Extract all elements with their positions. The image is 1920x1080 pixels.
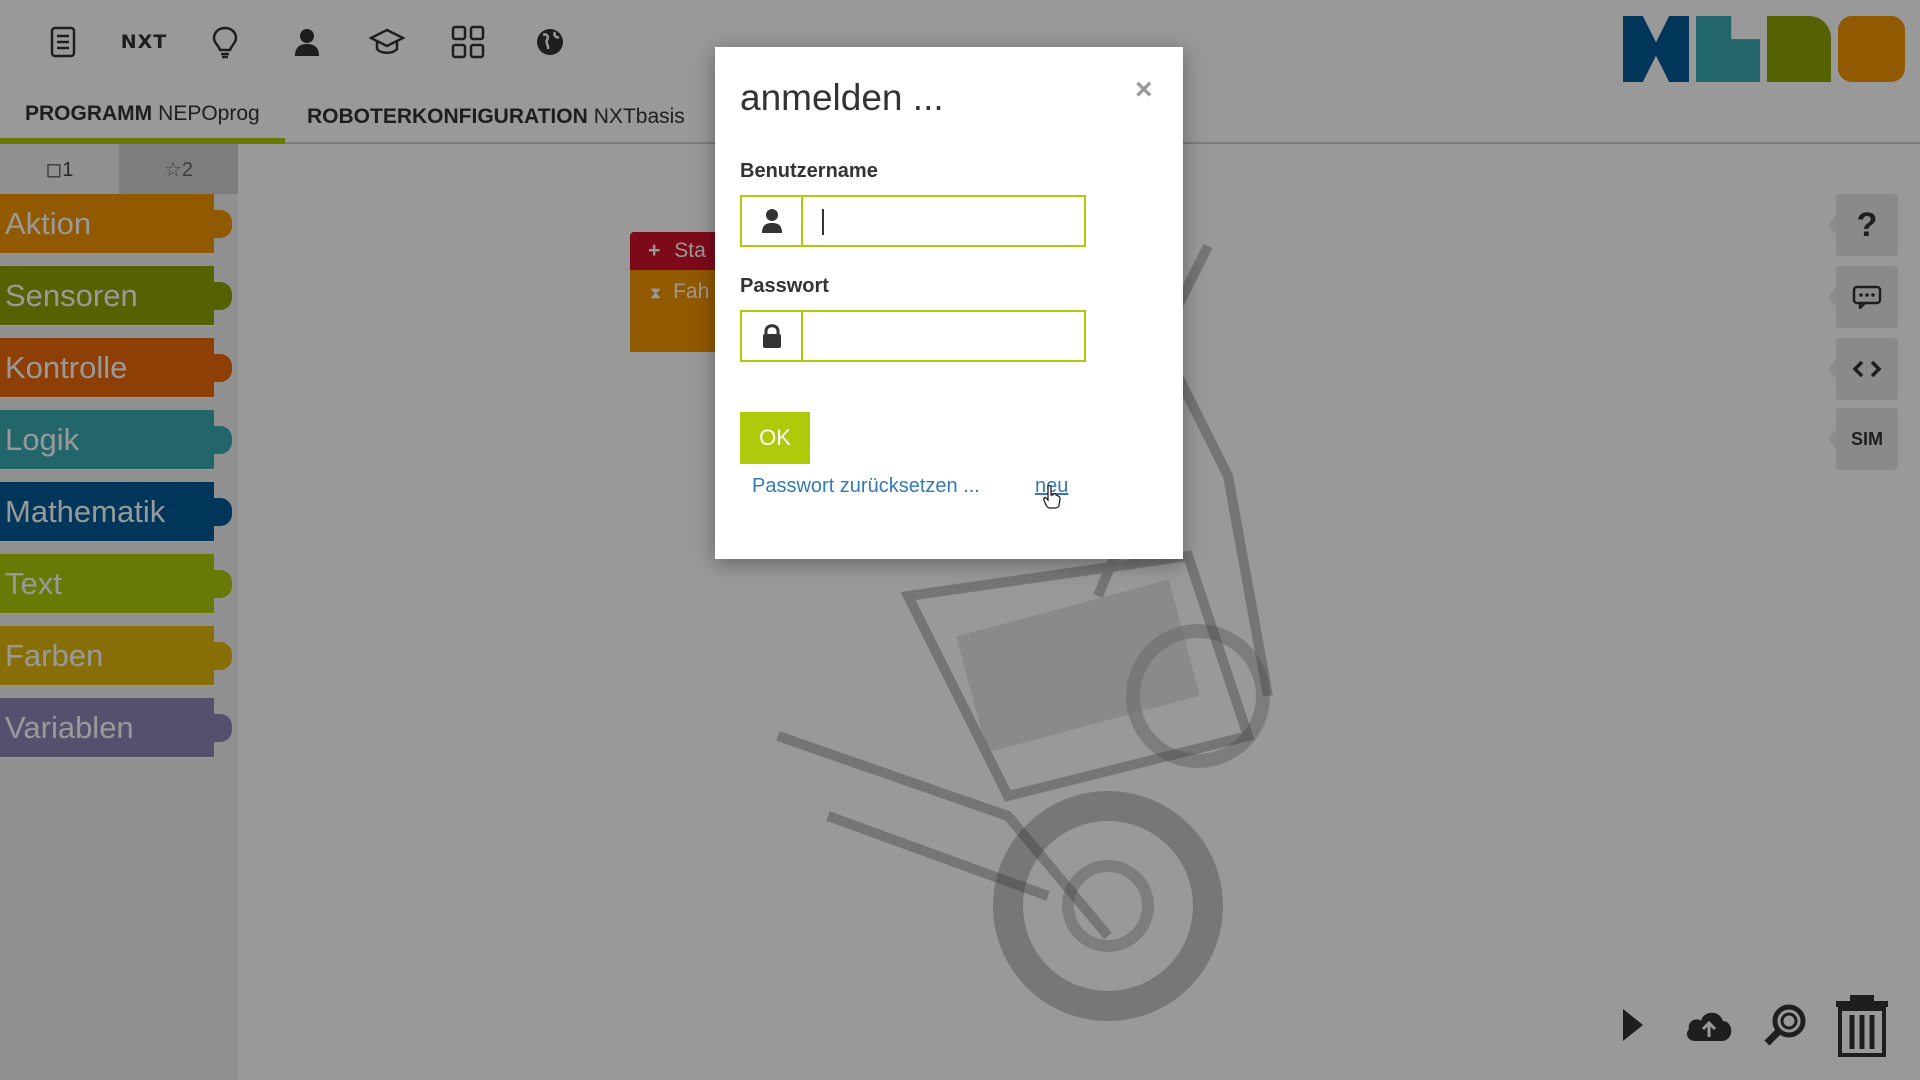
ok-button[interactable]: OK <box>740 412 810 464</box>
username-field-group <box>740 195 1086 247</box>
reset-password-link[interactable]: Passwort zurücksetzen ... <box>752 475 980 498</box>
login-dialog: anmelden ... × Benutzername Passwort OK … <box>715 47 1183 559</box>
password-input[interactable] <box>803 312 1084 360</box>
hand-cursor-icon <box>1043 485 1061 509</box>
text-caret <box>822 209 824 235</box>
username-label: Benutzername <box>740 160 878 182</box>
username-input[interactable] <box>803 197 1084 245</box>
password-label: Passwort <box>740 275 829 297</box>
close-button[interactable]: × <box>1135 73 1153 107</box>
password-field-group <box>740 310 1086 362</box>
lock-icon <box>742 312 803 360</box>
user-icon <box>742 197 803 245</box>
dialog-title: anmelden ... <box>740 77 944 118</box>
